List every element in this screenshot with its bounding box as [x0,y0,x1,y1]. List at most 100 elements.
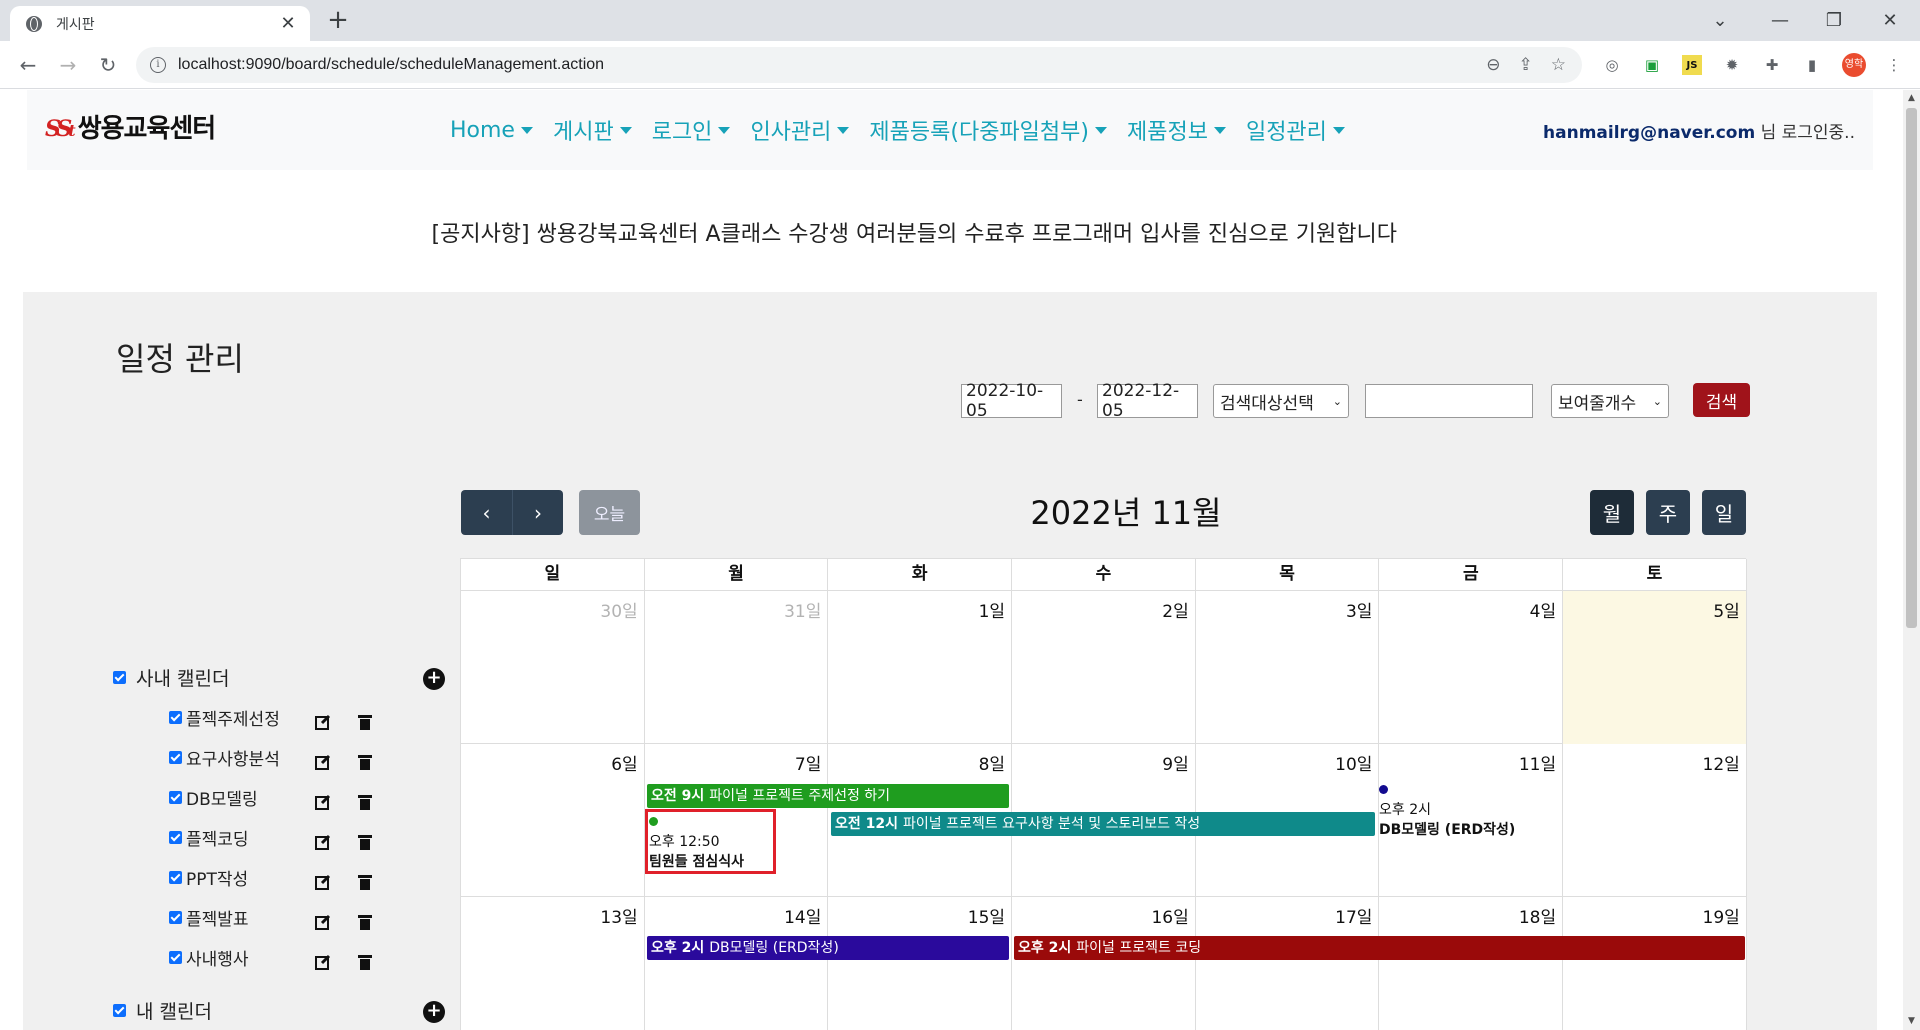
back-button[interactable]: ← [14,51,42,79]
extension-icon[interactable]: ◎ [1602,55,1622,75]
month-view-button[interactable]: 월 [1590,490,1634,535]
calendar-day[interactable]: 13일 [461,897,645,1030]
calendar-day[interactable]: 3일 [1196,591,1380,744]
calendar-day[interactable]: 4일 [1379,591,1564,744]
trash-icon[interactable] [355,792,375,812]
scroll-down-arrow-icon[interactable]: ▼ [1903,1013,1920,1030]
nav-board[interactable]: 게시판 [553,114,632,146]
nav-product-info[interactable]: 제품정보 [1127,114,1226,146]
add-company-calendar-icon[interactable]: + [423,668,445,690]
address-bar[interactable]: i localhost:9090/board/schedule/schedule… [136,47,1582,83]
calendar-day[interactable]: 18일 [1379,897,1564,1030]
close-window-button[interactable]: ✕ [1862,0,1918,40]
zoom-icon[interactable]: ⊖ [1486,55,1500,75]
event-requirements-analysis[interactable]: 오전 12시 파이널 프로젝트 요구사항 분석 및 스토리보드 작성 [831,812,1375,836]
search-target-select[interactable]: 검색대상선택 ⌄ [1213,384,1349,418]
sub-calendar-item[interactable]: PPT작성 [169,865,248,890]
calendar-day[interactable]: 2일 [1012,591,1196,744]
trash-icon[interactable] [355,712,375,732]
checkbox-checked-icon[interactable] [169,951,182,964]
bookmark-star-icon[interactable]: ☆ [1551,55,1566,75]
checkbox-checked-icon[interactable] [169,871,182,884]
calendar-day[interactable]: 12일 [1563,744,1747,897]
nav-hr[interactable]: 인사관리 [750,114,850,146]
minimize-button[interactable]: — [1752,0,1808,40]
calendar-day[interactable]: 6일 [461,744,645,897]
share-icon[interactable]: ⇪ [1519,55,1533,75]
checkbox-checked-icon[interactable] [113,1004,126,1017]
new-tab-button[interactable]: + [324,6,352,34]
sub-calendar-item[interactable]: DB모델링 [169,785,258,810]
event-db-modeling[interactable]: 오후 2시 DB모델링 (ERD작성) [647,936,1009,960]
extension-bug-icon[interactable]: ✹ [1722,55,1742,75]
sub-calendar-item[interactable]: 플젝발표 [169,905,249,930]
side-panel-icon[interactable]: ▮ [1802,55,1822,75]
add-my-calendar-icon[interactable]: + [423,1001,445,1023]
nav-product-register[interactable]: 제품등록(다중파일첨부) [869,114,1107,146]
checkbox-checked-icon[interactable] [169,711,182,724]
trash-icon[interactable] [355,952,375,972]
search-button[interactable]: 검색 [1693,383,1750,417]
nav-login[interactable]: 로그인 [652,114,731,146]
trash-icon[interactable] [355,872,375,892]
edit-icon[interactable] [313,832,333,852]
scroll-up-arrow-icon[interactable]: ▲ [1903,90,1920,107]
edit-icon[interactable] [313,872,333,892]
site-info-icon[interactable]: i [150,57,166,73]
end-date-input[interactable]: 2022-12-05 [1097,381,1198,421]
browser-menu-icon[interactable]: ⋮ [1884,55,1904,75]
reload-button[interactable]: ↻ [94,51,122,79]
edit-icon[interactable] [313,712,333,732]
sub-calendar-item[interactable]: 플젝주제선정 [169,705,280,730]
edit-icon[interactable] [313,792,333,812]
company-calendar-toggle[interactable]: 사내 캘린더 [113,664,229,691]
tab-search-icon[interactable]: ⌄ [1692,0,1748,40]
close-tab-icon[interactable]: ✕ [278,13,298,34]
event-db-modeling-fri[interactable]: 오후 2시 DB모델링 (ERD작성) [1379,780,1515,840]
extension-js-icon[interactable]: JS [1682,55,1702,75]
event-final-coding[interactable]: 오후 2시 파이널 프로젝트 코딩 [1014,936,1745,960]
sub-calendar-item[interactable]: 요구사항분석 [169,745,280,770]
checkbox-checked-icon[interactable] [169,911,182,924]
week-view-button[interactable]: 주 [1646,490,1690,535]
calendar-day[interactable]: 14일 [645,897,829,1030]
page-scrollbar[interactable]: ▲ ▼ [1903,90,1920,1030]
checkbox-checked-icon[interactable] [113,671,126,684]
calendar-day[interactable]: 30일 [461,591,645,744]
calendar-day-today[interactable]: 5일 [1563,591,1747,744]
checkbox-checked-icon[interactable] [169,791,182,804]
site-logo[interactable]: SSt 쌍용교육센터 [45,108,216,145]
calendar-day[interactable]: 19일 [1563,897,1747,1030]
nav-home[interactable]: Home [450,114,533,146]
calendar-day[interactable]: 31일 [645,591,829,744]
calendar-day[interactable]: 17일 [1196,897,1380,1030]
extensions-puzzle-icon[interactable]: ✚ [1762,55,1782,75]
edit-icon[interactable] [313,952,333,972]
event-topic-selection[interactable]: 오전 9시 파이널 프로젝트 주제선정 하기 [647,784,1009,808]
profile-avatar[interactable]: 영학 [1842,53,1866,77]
edit-icon[interactable] [313,912,333,932]
calendar-day[interactable]: 16일 [1012,897,1196,1030]
scroll-thumb[interactable] [1906,108,1917,628]
day-view-button[interactable]: 일 [1702,490,1746,535]
edit-icon[interactable] [313,752,333,772]
restore-button[interactable]: ❐ [1806,0,1862,40]
nav-schedule[interactable]: 일정관리 [1246,114,1345,146]
my-calendar-toggle[interactable]: 내 캘린더 [113,997,212,1024]
checkbox-checked-icon[interactable] [169,831,182,844]
extension-screen-icon[interactable]: ▣ [1642,55,1662,75]
display-count-select[interactable]: 보여줄개수 ⌄ [1551,384,1669,418]
chevron-down-icon [1332,126,1345,134]
forward-button[interactable]: → [54,51,82,79]
trash-icon[interactable] [355,752,375,772]
calendar-day[interactable]: 15일 [828,897,1013,1030]
trash-icon[interactable] [355,832,375,852]
calendar-day[interactable]: 1일 [828,591,1013,744]
browser-tab[interactable]: 게시판 ✕ [10,6,310,41]
sub-calendar-item[interactable]: 플젝코딩 [169,825,249,850]
start-date-input[interactable]: 2022-10-05 [961,381,1062,421]
trash-icon[interactable] [355,912,375,932]
sub-calendar-item[interactable]: 사내행사 [169,945,249,970]
checkbox-checked-icon[interactable] [169,751,182,764]
search-keyword-input[interactable] [1365,384,1533,418]
